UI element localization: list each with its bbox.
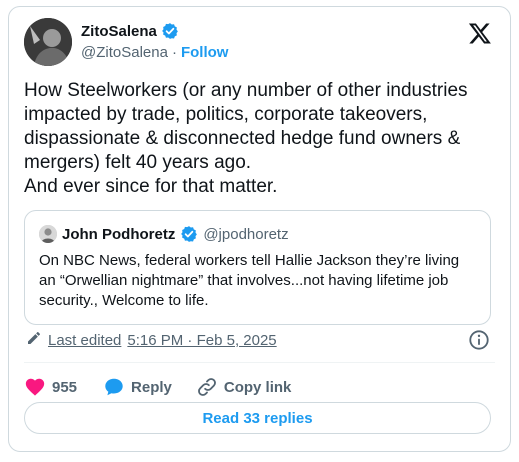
quoted-tweet-header: John Podhoretz @jpodhoretz (39, 225, 289, 243)
quoted-author-handle: @jpodhoretz (203, 225, 289, 243)
read-replies-button[interactable]: Read 33 replies (24, 402, 491, 434)
info-icon[interactable] (468, 329, 490, 351)
reply-bubble-icon (103, 376, 125, 398)
author-avatar[interactable] (24, 18, 72, 66)
tweet-text-line: And ever since for that matter. (24, 176, 278, 197)
tweet-text-line: How Steelworkers (or any number of other… (24, 80, 468, 173)
quoted-tweet-text: On NBC News, federal workers tell Hallie… (39, 252, 460, 309)
like-count: 955 (52, 378, 78, 396)
like-button[interactable]: 955 (24, 376, 77, 398)
author-name[interactable]: ZitoSalena (81, 23, 157, 40)
tweet-text: How Steelworkers (or any number of other… (24, 79, 502, 199)
last-edited-link[interactable]: Last edited (48, 332, 121, 349)
link-icon (196, 376, 218, 398)
quoted-tweet[interactable]: John Podhoretz @jpodhoretz On NBC News, … (24, 210, 491, 325)
copy-link-label: Copy link (223, 378, 292, 396)
x-logo-icon[interactable] (468, 21, 492, 45)
verified-badge-icon (180, 225, 198, 243)
reply-label: Reply (131, 378, 172, 396)
tweet-meta: Last edited 5:16 PM · Feb 5, 2025 (26, 330, 277, 350)
verified-badge-icon (161, 22, 179, 40)
author-handle-row: @ZitoSalena · Follow (81, 44, 228, 61)
pencil-icon (26, 330, 42, 350)
reply-button[interactable]: Reply (103, 376, 172, 398)
timestamp-link[interactable]: 5:16 PM · Feb 5, 2025 (127, 332, 276, 349)
action-bar: 955 Reply Copy link (24, 370, 494, 404)
quoted-author-avatar (39, 225, 57, 243)
embedded-tweet-card: ZitoSalena @ZitoSalena · Follow How Stee… (8, 6, 511, 452)
copy-link-button[interactable]: Copy link (196, 376, 292, 398)
author-name-row[interactable]: ZitoSalena (81, 22, 179, 40)
follow-button[interactable]: Follow (181, 44, 229, 61)
separator-dot: · (171, 44, 177, 61)
heart-icon (24, 376, 46, 398)
author-handle[interactable]: @ZitoSalena (81, 44, 168, 61)
quoted-author-name: John Podhoretz (62, 225, 176, 243)
divider (24, 362, 495, 363)
